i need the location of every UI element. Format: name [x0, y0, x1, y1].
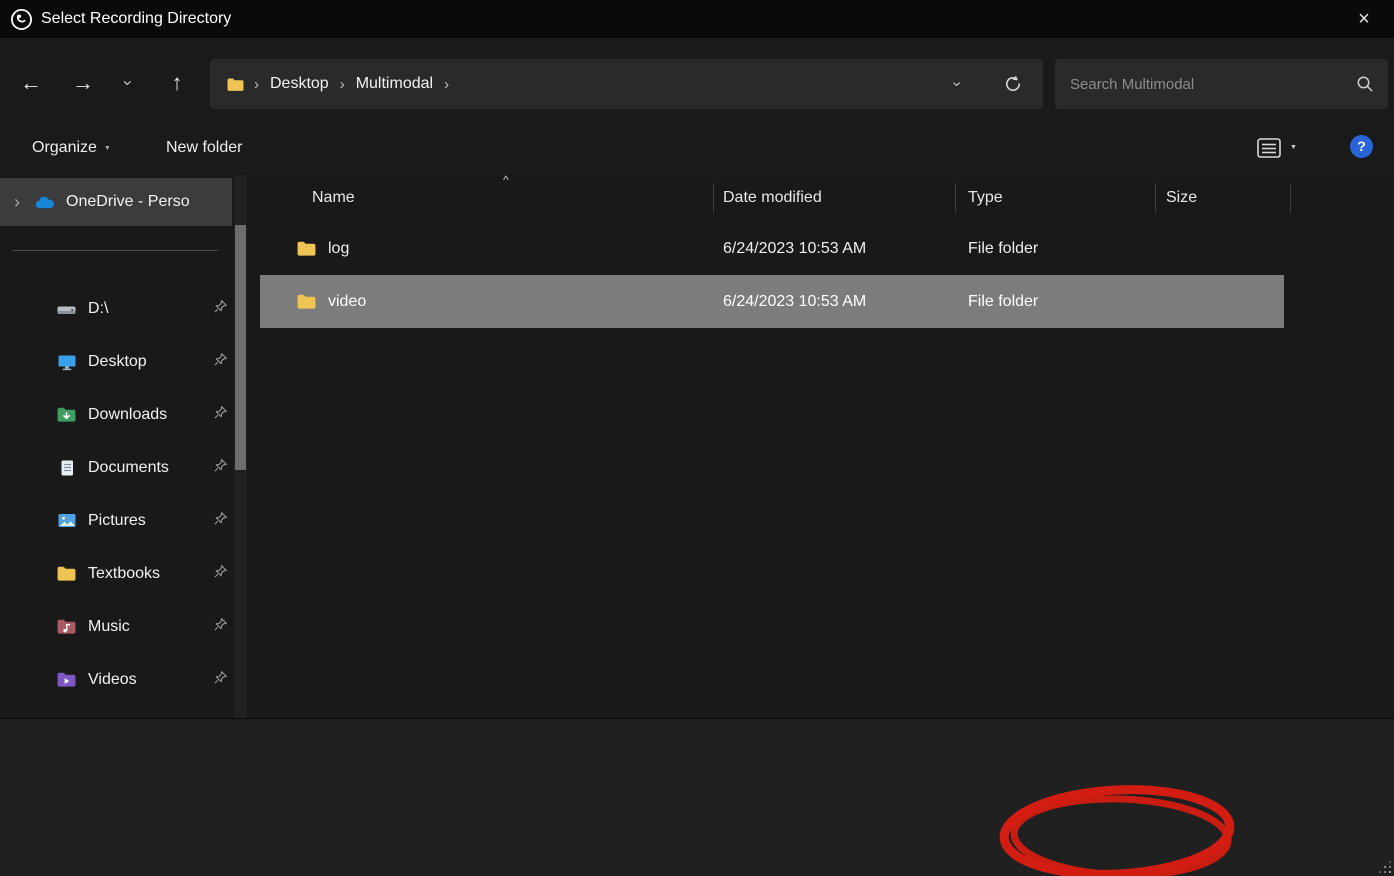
dialog-footer: Folder: Select Folder Cancel — [0, 718, 1394, 876]
column-divider[interactable] — [713, 183, 714, 213]
sidebar-scrollbar-track[interactable] — [234, 175, 247, 718]
view-details-icon[interactable] — [1256, 136, 1282, 160]
close-button[interactable]: × — [1342, 8, 1386, 31]
column-divider[interactable] — [955, 183, 956, 213]
sidebar-item-desktop[interactable]: Desktop — [0, 335, 260, 388]
view-caret-icon[interactable]: ▼ — [1290, 144, 1297, 151]
sort-ascending-icon: ^ — [503, 173, 509, 187]
sidebar-item-music[interactable]: Music — [0, 600, 260, 653]
sidebar-item-d-drive[interactable]: D:\ — [0, 282, 260, 335]
sidebar-item-label: Videos — [88, 671, 137, 689]
column-divider[interactable] — [1155, 183, 1156, 213]
sidebar-item-label: OneDrive - Perso — [66, 193, 190, 211]
file-name-cell: log — [296, 240, 349, 258]
folder-icon — [226, 77, 245, 92]
breadcrumb-separator-icon: › — [340, 76, 345, 93]
music-icon — [56, 618, 77, 636]
pin-icon — [213, 617, 228, 637]
sidebar-item-label: Documents — [88, 459, 169, 477]
sidebar-item-label: Desktop — [88, 353, 147, 371]
documents-icon — [56, 459, 77, 477]
caret-down-icon: ▼ — [104, 145, 111, 152]
file-type-cell: File folder — [968, 293, 1038, 311]
sidebar-item-label: Textbooks — [88, 565, 160, 583]
column-header-type[interactable]: Type — [968, 189, 1003, 207]
sidebar-item-textbooks[interactable]: Textbooks — [0, 547, 260, 600]
sidebar-item-label: Pictures — [88, 512, 146, 530]
search-box — [1055, 59, 1388, 109]
obs-logo-icon — [10, 8, 33, 31]
address-dropdown-chevron[interactable]: › — [954, 75, 959, 93]
sidebar-item-onedrive[interactable]: › OneDrive - Perso — [0, 178, 232, 226]
resize-grip[interactable] — [1380, 862, 1392, 874]
file-date-cell: 6/24/2023 10:53 AM — [723, 293, 866, 311]
column-header-name[interactable]: Name — [312, 189, 355, 207]
pin-icon — [213, 299, 228, 319]
dialog-content: › OneDrive - Perso — [0, 175, 1394, 718]
onedrive-icon — [34, 193, 55, 211]
pin-icon — [213, 670, 228, 690]
organize-button[interactable]: Organize ▼ — [32, 139, 111, 157]
pin-icon — [213, 352, 228, 372]
file-list-header: ^ Name Date modified Type Size — [260, 175, 1394, 222]
help-button[interactable]: ? — [1350, 135, 1373, 158]
breadcrumb-item-desktop[interactable]: Desktop — [270, 75, 329, 93]
pin-icon — [213, 511, 228, 531]
window-title: Select Recording Directory — [41, 10, 231, 28]
titlebar: Select Recording Directory × — [0, 0, 1394, 38]
folder-icon — [296, 240, 317, 257]
organize-label: Organize — [32, 139, 97, 156]
chevron-down-icon: › — [118, 80, 138, 86]
breadcrumb-separator-icon: › — [254, 76, 259, 93]
sidebar-item-label: D:\ — [88, 300, 108, 318]
sidebar-pinned-items: D:\ Desktop — [0, 282, 260, 706]
file-name-label: video — [328, 293, 366, 311]
sidebar-item-documents[interactable]: Documents — [0, 441, 260, 494]
search-input[interactable] — [1055, 59, 1388, 109]
pin-icon — [213, 564, 228, 584]
file-date-cell: 6/24/2023 10:53 AM — [723, 240, 866, 258]
column-header-date-modified[interactable]: Date modified — [723, 189, 822, 207]
pin-icon — [213, 458, 228, 478]
search-icon[interactable] — [1356, 75, 1374, 93]
sidebar-item-videos[interactable]: Videos — [0, 653, 260, 706]
pin-icon — [213, 405, 228, 425]
breadcrumb-separator-icon: › — [444, 76, 449, 93]
chevron-down-icon: › — [947, 81, 965, 86]
column-header-size[interactable]: Size — [1166, 189, 1197, 207]
up-button[interactable]: ↑ — [160, 70, 194, 96]
address-bar[interactable]: › Desktop › Multimodal › › — [210, 59, 1043, 109]
desktop-icon — [56, 353, 77, 371]
forward-button[interactable]: → — [66, 70, 100, 96]
pictures-icon — [56, 512, 77, 530]
folder-icon — [296, 293, 317, 310]
sidebar-item-label: Downloads — [88, 406, 167, 424]
command-toolbar: Organize ▼ New folder ▼ ? — [0, 124, 1394, 172]
downloads-icon — [56, 406, 77, 424]
new-folder-button[interactable]: New folder — [166, 139, 242, 157]
file-row-log[interactable]: log 6/24/2023 10:53 AM File folder — [260, 222, 1394, 275]
sidebar-scrollbar-thumb[interactable] — [235, 225, 246, 470]
file-list: ^ Name Date modified Type Size log 6/24/… — [260, 175, 1394, 718]
breadcrumb-item-multimodal[interactable]: Multimodal — [356, 75, 433, 93]
navigation-bar: ← → › ↑ › Desktop › Multimodal › › — [0, 56, 1394, 110]
expand-chevron-icon[interactable]: › — [14, 192, 20, 213]
recent-locations-chevron[interactable]: › — [116, 73, 140, 93]
back-button[interactable]: ← — [14, 70, 48, 96]
sidebar-divider — [12, 250, 218, 251]
sidebar-item-downloads[interactable]: Downloads — [0, 388, 260, 441]
videos-icon — [56, 671, 77, 689]
file-name-cell: video — [296, 293, 366, 311]
column-divider[interactable] — [1290, 183, 1291, 213]
file-name-label: log — [328, 240, 349, 258]
file-type-cell: File folder — [968, 240, 1038, 258]
sidebar-item-pictures[interactable]: Pictures — [0, 494, 260, 547]
file-row-video[interactable]: video 6/24/2023 10:53 AM File folder — [260, 275, 1284, 328]
sidebar-item-label: Music — [88, 618, 130, 636]
drive-icon — [56, 300, 77, 318]
folder-icon — [56, 565, 77, 583]
select-recording-directory-dialog: Select Recording Directory × ← → › ↑ › D… — [0, 0, 1394, 876]
sidebar: › OneDrive - Perso — [0, 175, 260, 718]
refresh-icon[interactable] — [1003, 74, 1023, 94]
